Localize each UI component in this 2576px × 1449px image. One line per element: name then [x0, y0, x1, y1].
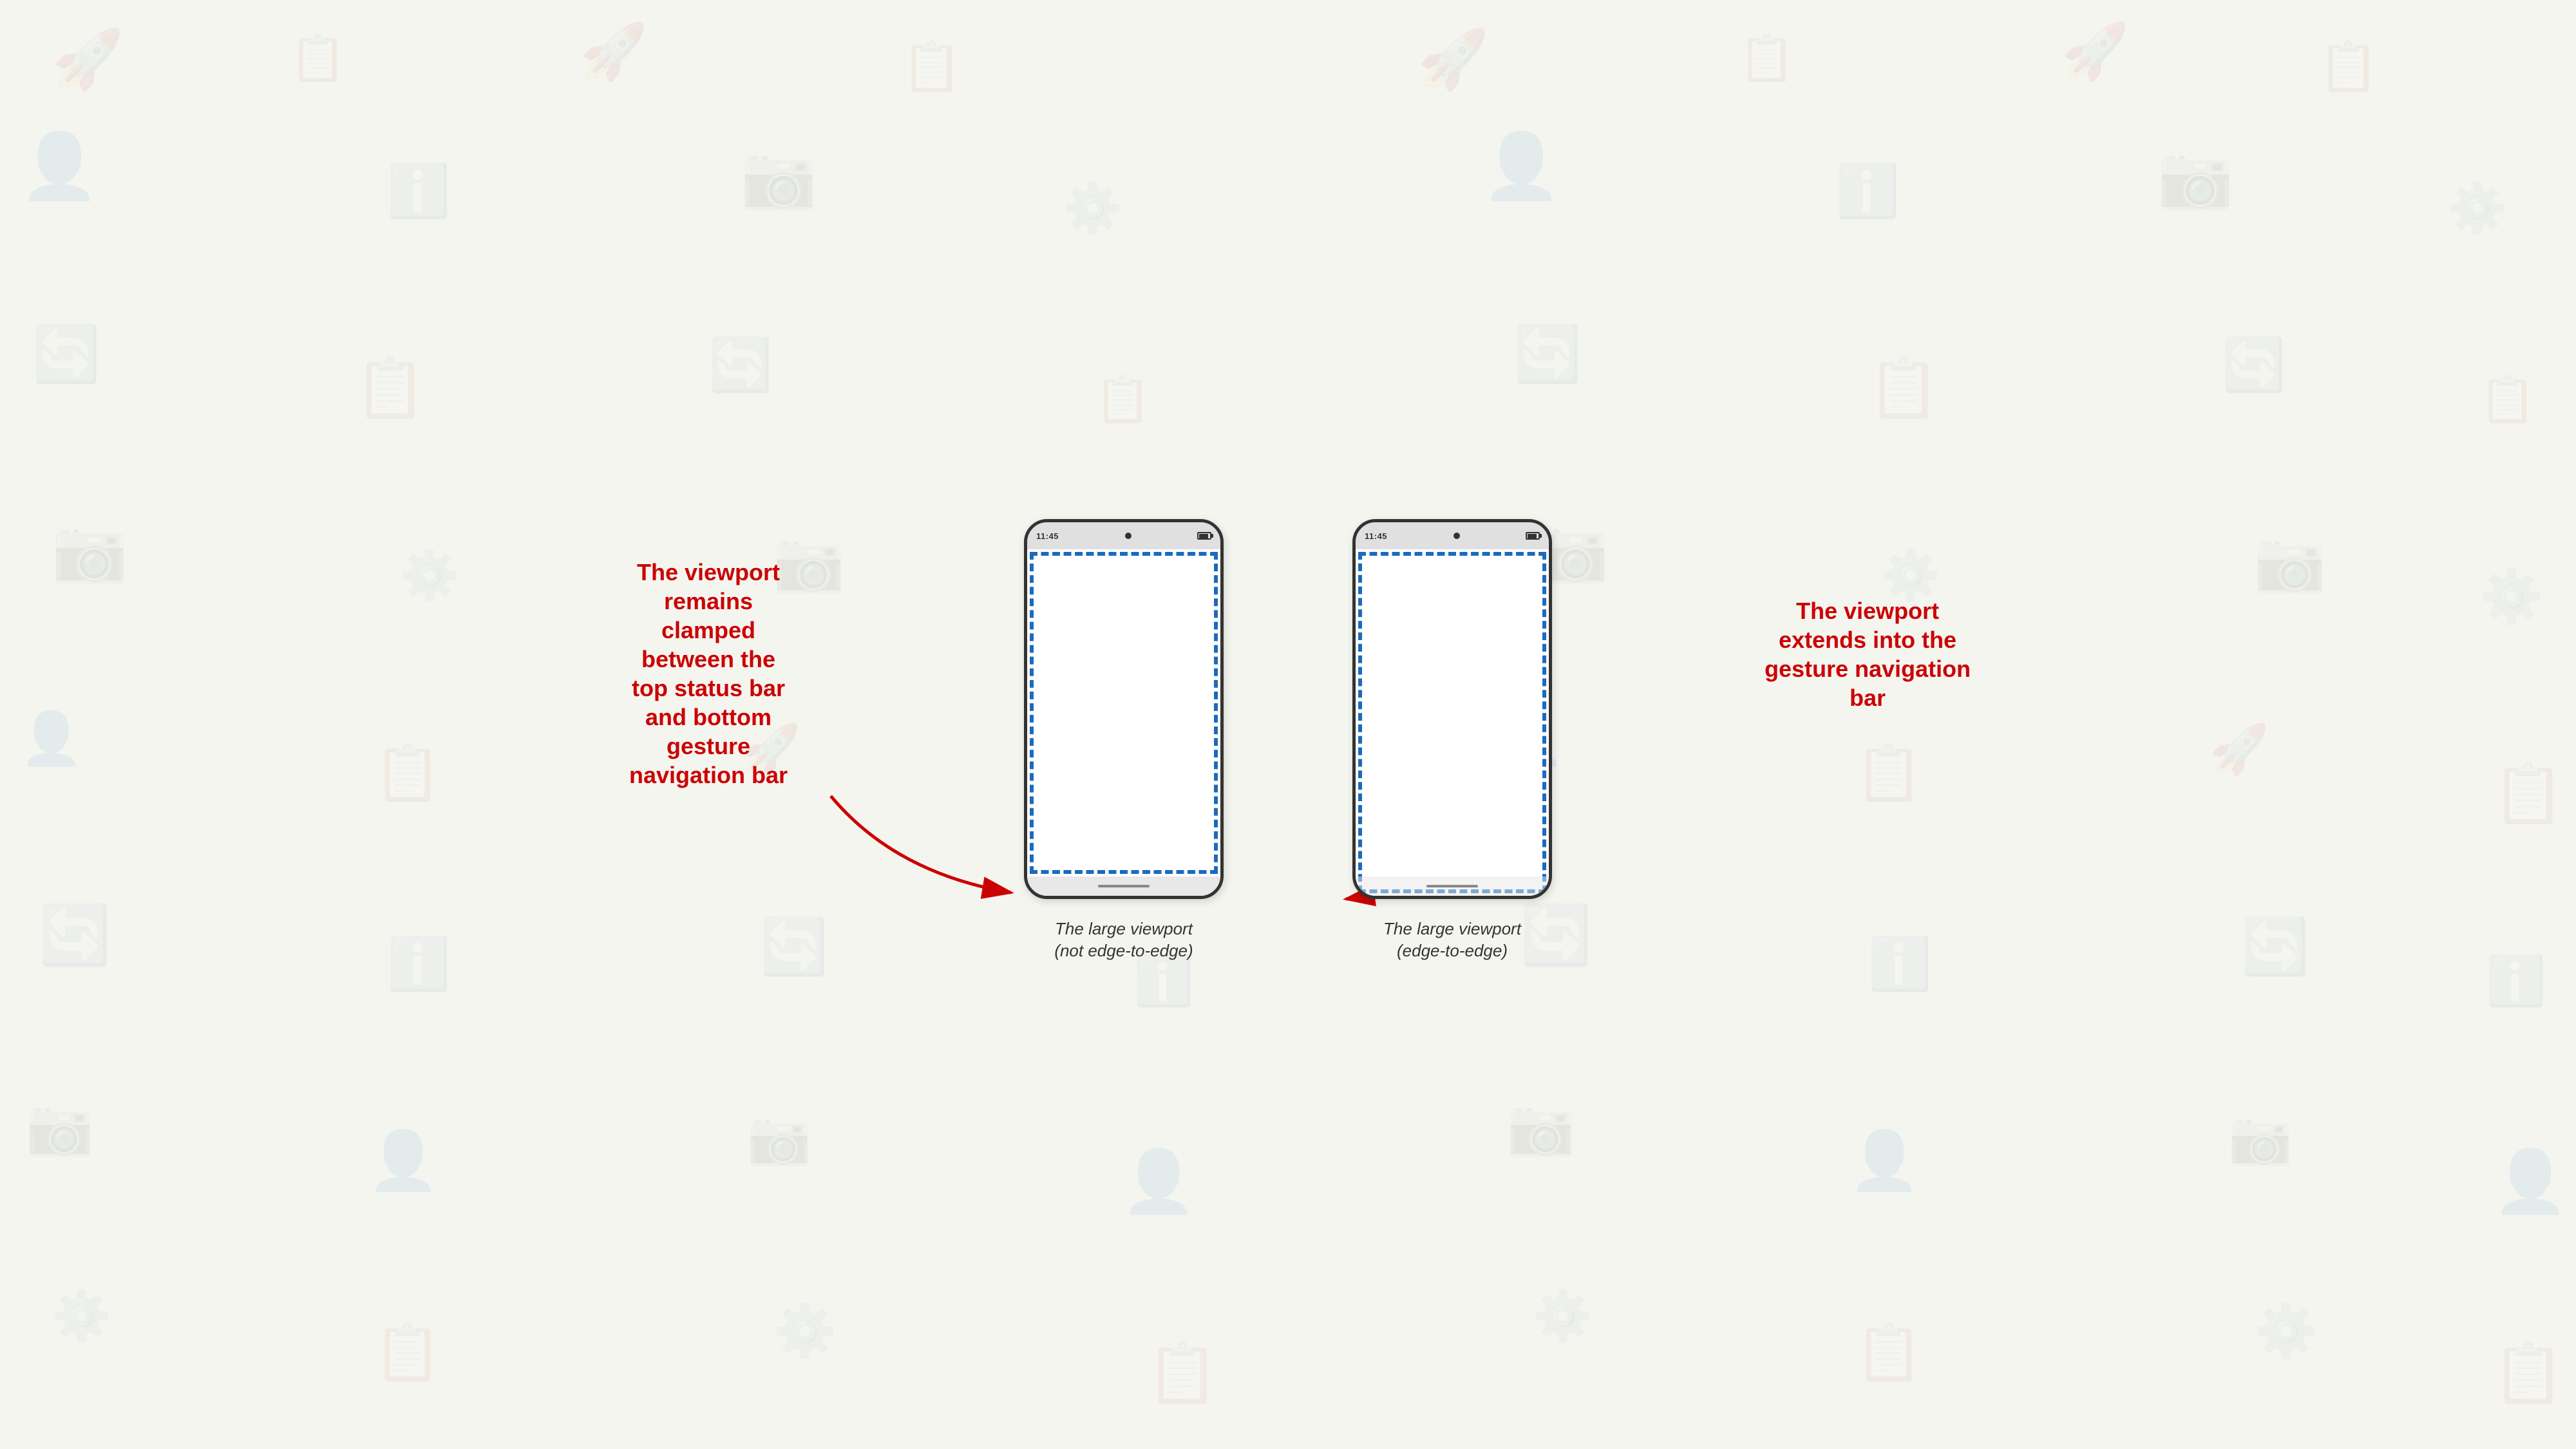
diagram-container: The viewport remains clamped between the…	[1024, 487, 1552, 962]
caption-edge-line2: (edge-to-edge)	[1383, 940, 1521, 962]
annotation-left: The viewport remains clamped between the…	[586, 558, 831, 790]
phone-wrapper-edge: The viewport extends into the gesture na…	[1352, 519, 1552, 962]
status-bar-right: 11:45	[1356, 522, 1549, 549]
main-content: The viewport remains clamped between the…	[0, 0, 2576, 1449]
caption-edge-line1: The large viewport	[1383, 918, 1521, 940]
status-time-left: 11:45	[1036, 531, 1059, 541]
caption-not-edge-line2: (not edge-to-edge)	[1054, 940, 1193, 962]
phone-not-edge: 11:45	[1024, 519, 1224, 899]
phone-body-right	[1356, 549, 1549, 896]
gesture-bar-left	[1098, 885, 1150, 887]
battery-fill-right	[1528, 534, 1537, 538]
nav-bar-right	[1356, 876, 1549, 896]
phone-edge: 11:45	[1352, 519, 1552, 899]
caption-edge: The large viewport (edge-to-edge)	[1383, 918, 1521, 962]
battery-left	[1197, 532, 1211, 540]
caption-not-edge-line1: The large viewport	[1054, 918, 1193, 940]
caption-not-edge: The large viewport (not edge-to-edge)	[1054, 918, 1193, 962]
battery-fill-left	[1199, 534, 1208, 538]
nav-bar-left	[1027, 876, 1220, 896]
viewport-border-left	[1030, 552, 1218, 874]
camera-dot-right	[1454, 533, 1460, 539]
arrow-right	[1539, 519, 1990, 970]
status-bar-left: 11:45	[1027, 522, 1220, 549]
phone-body-left	[1027, 549, 1220, 896]
status-time-right: 11:45	[1365, 531, 1387, 541]
gesture-bar-right	[1426, 885, 1478, 887]
viewport-border-right	[1358, 552, 1546, 893]
annotation-right: The viewport extends into the gesture na…	[1745, 596, 1990, 712]
phone-wrapper-not-edge: The viewport remains clamped between the…	[1024, 519, 1224, 962]
battery-right	[1526, 532, 1540, 540]
camera-dot-left	[1125, 533, 1132, 539]
